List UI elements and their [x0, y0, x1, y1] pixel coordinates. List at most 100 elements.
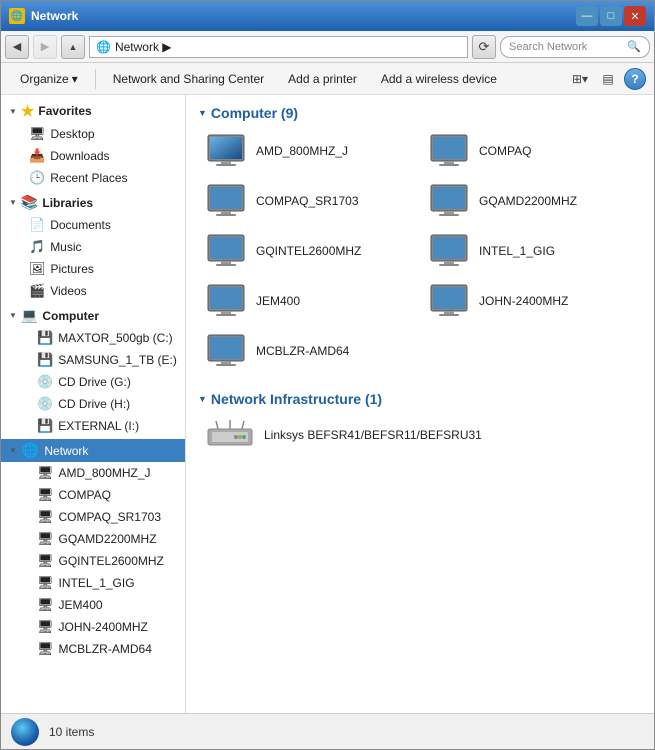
close-button[interactable]: ✕: [624, 6, 646, 26]
sidebar-item-pictures[interactable]: 🖼 Pictures: [1, 258, 185, 280]
libraries-icon: 📚: [21, 194, 38, 211]
sidebar-item-mcblzr[interactable]: 🖥 MCBLZR-AMD64: [1, 638, 185, 660]
compaq-sr1703-icon: 🖥: [37, 509, 54, 525]
computer-item-amd800[interactable]: AMD_800MHZ_J: [198, 127, 419, 175]
network-sharing-button[interactable]: Network and Sharing Center: [102, 68, 275, 90]
sidebar-item-external[interactable]: 💾 EXTERNAL (I:): [1, 415, 185, 437]
computer-item-compaq[interactable]: COMPAQ: [421, 127, 642, 175]
search-box[interactable]: Search Network 🔍: [500, 36, 650, 58]
add-printer-button[interactable]: Add a printer: [277, 68, 368, 90]
sidebar-item-documents[interactable]: 📄 Documents: [1, 214, 185, 236]
computer-name-john: JOHN-2400MHZ: [479, 294, 568, 308]
computer-icon-compaq-sr1703: [206, 183, 246, 219]
john-icon: 🖥: [37, 619, 54, 635]
infra-section-title: ▼ Network Infrastructure (1): [198, 391, 642, 407]
refresh-button[interactable]: ⟳: [472, 35, 496, 59]
computer-name-gqamd: GQAMD2200MHZ: [479, 194, 577, 208]
sidebar-item-maxtor[interactable]: 💾 MAXTOR_500gb (C:): [1, 327, 185, 349]
sidebar-item-cdg-label: CD Drive (G:): [58, 375, 131, 389]
status-bar: 10 items: [1, 713, 654, 749]
computer-icon-compaq: [429, 133, 469, 169]
back-button[interactable]: ◀: [5, 35, 29, 59]
computer-header[interactable]: ▼ 💻 Computer: [1, 304, 185, 327]
main-area: ▼ ★ Favorites 🖥 Desktop 📥 Downloads 🕒 Re…: [1, 95, 654, 713]
maximize-button[interactable]: □: [600, 6, 622, 26]
network-triangle: ▼: [9, 446, 17, 455]
sidebar-item-cdg[interactable]: 💿 CD Drive (G:): [1, 371, 185, 393]
sidebar-item-compaq-sr1703-label: COMPAQ_SR1703: [59, 510, 162, 524]
sidebar-item-downloads[interactable]: 📥 Downloads: [1, 145, 185, 167]
sidebar-item-recent-places-label: Recent Places: [50, 171, 127, 185]
forward-button[interactable]: ▶: [33, 35, 57, 59]
videos-icon: 🎬: [29, 283, 45, 299]
sidebar-item-compaq-label: COMPAQ: [59, 488, 111, 502]
amd800-icon: 🖥: [37, 465, 54, 481]
window-icon: 🌐: [9, 8, 25, 24]
computer-triangle: ▼: [9, 311, 17, 320]
sidebar-item-network[interactable]: ▼ 🌐 Network: [1, 439, 185, 462]
sidebar-item-john[interactable]: 🖥 JOHN-2400MHZ: [1, 616, 185, 638]
sidebar-item-music[interactable]: 🎵 Music: [1, 236, 185, 258]
libraries-section: ▼ 📚 Libraries 📄 Documents 🎵 Music 🖼 Pict…: [1, 191, 185, 302]
libraries-header[interactable]: ▼ 📚 Libraries: [1, 191, 185, 214]
minimize-button[interactable]: —: [576, 6, 598, 26]
title-bar: 🌐 Network — □ ✕: [1, 1, 654, 31]
organize-button[interactable]: Organize ▾: [9, 68, 89, 90]
path-icon: 🌐: [96, 40, 111, 54]
address-path[interactable]: 🌐 Network ▶: [89, 36, 468, 58]
computer-name-gqintel: GQINTEL2600MHZ: [256, 244, 361, 258]
mcblzr-icon: 🖥: [37, 641, 54, 657]
sidebar-item-jem400[interactable]: 🖥 JEM400: [1, 594, 185, 616]
favorites-header[interactable]: ▼ ★ Favorites: [1, 99, 185, 123]
computer-grid: AMD_800MHZ_J COMPAQ: [198, 127, 642, 375]
sidebar-item-gqamd[interactable]: 🖥 GQAMD2200MHZ: [1, 528, 185, 550]
sidebar-item-jem400-label: JEM400: [59, 598, 103, 612]
sidebar-item-gqintel[interactable]: 🖥 GQINTEL2600MHZ: [1, 550, 185, 572]
up-button[interactable]: ▲: [61, 35, 85, 59]
network-section: ▼ 🌐 Network 🖥 AMD_800MHZ_J 🖥 COMPAQ 🖥 CO…: [1, 439, 185, 660]
preview-pane-button[interactable]: ▤: [596, 67, 620, 91]
computer-item-jem400[interactable]: JEM400: [198, 277, 419, 325]
sidebar-item-compaq-sr1703[interactable]: 🖥 COMPAQ_SR1703: [1, 506, 185, 528]
computer-section-triangle: ▼: [198, 108, 207, 118]
computer-name-compaq: COMPAQ: [479, 144, 531, 158]
computer-icon-gqamd: [429, 183, 469, 219]
computer-item-gqintel[interactable]: GQINTEL2600MHZ: [198, 227, 419, 275]
sidebar-item-compaq[interactable]: 🖥 COMPAQ: [1, 484, 185, 506]
sidebar-item-john-label: JOHN-2400MHZ: [59, 620, 148, 634]
computer-item-intel1gig[interactable]: INTEL_1_GIG: [421, 227, 642, 275]
sidebar-item-recent-places[interactable]: 🕒 Recent Places: [1, 167, 185, 189]
explorer-window: 🌐 Network — □ ✕ ◀ ▶ ▲ 🌐 Network ▶ ⟳ Sear…: [0, 0, 655, 750]
view-options-button[interactable]: ⊞▾: [568, 67, 592, 91]
computer-item-compaq-sr1703[interactable]: COMPAQ_SR1703: [198, 177, 419, 225]
sidebar-item-cdh-label: CD Drive (H:): [58, 397, 130, 411]
documents-icon: 📄: [29, 217, 45, 233]
infra-section-label: Network Infrastructure (1): [211, 391, 382, 407]
add-wireless-button[interactable]: Add a wireless device: [370, 68, 508, 90]
sidebar-item-intel1gig[interactable]: 🖥 INTEL_1_GIG: [1, 572, 185, 594]
sidebar-item-samsung[interactable]: 💾 SAMSUNG_1_TB (E:): [1, 349, 185, 371]
libraries-label: Libraries: [42, 196, 93, 210]
computer-item-mcblzr[interactable]: MCBLZR-AMD64: [198, 327, 419, 375]
infra-item-linksys[interactable]: Linksys BEFSR41/BEFSR11/BEFSRU31: [198, 413, 642, 457]
sidebar-item-videos-label: Videos: [50, 284, 86, 298]
gqintel-icon: 🖥: [37, 553, 54, 569]
sidebar-item-maxtor-label: MAXTOR_500gb (C:): [58, 331, 173, 345]
pictures-icon: 🖼: [29, 261, 46, 277]
status-globe-icon: [11, 718, 39, 746]
sidebar-item-desktop[interactable]: 🖥 Desktop: [1, 123, 185, 145]
jem400-icon: 🖥: [37, 597, 54, 613]
libraries-triangle: ▼: [9, 198, 17, 207]
samsung-icon: 💾: [37, 352, 53, 368]
help-button[interactable]: ?: [624, 68, 646, 90]
compaq-icon: 🖥: [37, 487, 54, 503]
computer-name-mcblzr: MCBLZR-AMD64: [256, 344, 349, 358]
sidebar-item-amd800[interactable]: 🖥 AMD_800MHZ_J: [1, 462, 185, 484]
sidebar-item-gqintel-label: GQINTEL2600MHZ: [59, 554, 164, 568]
computer-item-gqamd[interactable]: GQAMD2200MHZ: [421, 177, 642, 225]
sidebar-item-cdh[interactable]: 💿 CD Drive (H:): [1, 393, 185, 415]
downloads-icon: 📥: [29, 148, 45, 164]
sidebar-item-videos[interactable]: 🎬 Videos: [1, 280, 185, 302]
search-placeholder: Search Network: [509, 41, 587, 53]
computer-item-john[interactable]: JOHN-2400MHZ: [421, 277, 642, 325]
